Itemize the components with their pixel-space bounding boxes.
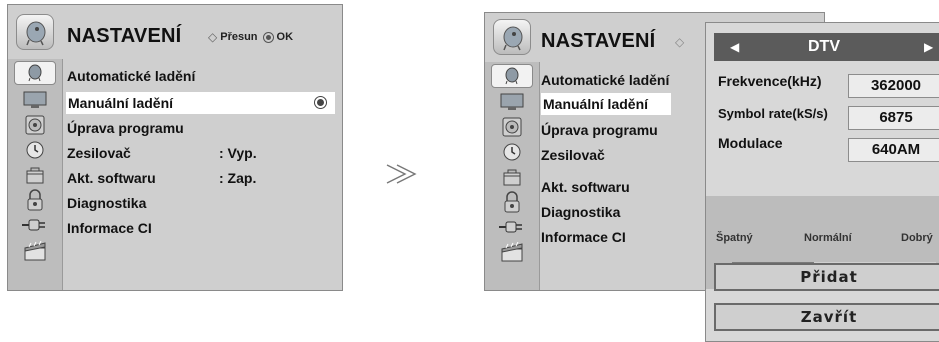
clock-icon[interactable]	[14, 138, 56, 162]
frequency-label: Frekvence(kHz)	[718, 73, 822, 89]
next-arrow-icon[interactable]: ▶	[924, 40, 933, 54]
menu-item-software-update[interactable]: Akt. softwaru	[541, 176, 630, 198]
tv-screen-icon[interactable]	[491, 90, 533, 114]
satellite-dish-icon[interactable]	[14, 61, 56, 85]
menu-item-label: Informace CI	[541, 229, 626, 245]
menu-item-label: Diagnostika	[67, 195, 147, 211]
signal-normal-label: Normální	[804, 232, 852, 244]
menu-item-label: Zesilovač	[67, 145, 131, 161]
menu-item-label: Akt. softwaru	[541, 179, 630, 195]
satellite-dish-icon	[16, 14, 54, 50]
navigation-hint: ◇ Přesun OK	[208, 30, 293, 44]
menu-item-label: Manuální ladění	[68, 95, 174, 111]
plug-icon[interactable]	[14, 213, 56, 237]
clock-icon[interactable]	[491, 140, 533, 164]
menu-item-software-update[interactable]: Akt. softwaru : Zap.	[67, 167, 256, 189]
category-icon-column	[485, 62, 540, 290]
selected-radio-icon	[314, 96, 327, 109]
menu-item-value: : Vyp.	[219, 145, 257, 161]
clapperboard-icon[interactable]	[14, 239, 56, 263]
lock-padlock-icon[interactable]	[14, 188, 56, 212]
lock-icon[interactable]	[14, 163, 56, 187]
menu-item-label: Úprava programu	[67, 120, 184, 136]
menu-item-label: Zesilovač	[541, 147, 605, 163]
hint-ok-label: OK	[276, 31, 294, 43]
signal-good-label: Dobrý	[901, 232, 933, 244]
symbol-rate-field[interactable]: 6875	[848, 106, 939, 130]
settings-menu-left: NASTAVENÍ ◇ Přesun OK Automatické ladění…	[7, 4, 343, 291]
speaker-icon[interactable]	[14, 113, 56, 137]
menu-item-label: Informace CI	[67, 220, 152, 236]
menu-item-ci-info[interactable]: Informace CI	[67, 217, 152, 239]
mode-label: DTV	[808, 38, 840, 55]
menu-item-auto-tuning[interactable]: Automatické ladění	[67, 65, 195, 87]
frequency-field[interactable]: 362000	[848, 74, 939, 98]
menu-item-diagnostics[interactable]: Diagnostika	[541, 201, 620, 223]
lock-padlock-icon[interactable]	[491, 190, 533, 214]
signal-bad-label: Špatný	[716, 232, 753, 244]
menu-item-label: Úprava programu	[541, 122, 658, 138]
menu-item-label: Automatické ladění	[67, 68, 196, 84]
menu-item-booster[interactable]: Zesilovač	[541, 144, 605, 166]
move-arrows-icon: ◇	[208, 30, 218, 44]
add-button[interactable]: Přidat	[714, 263, 939, 291]
menu-item-label: Akt. softwaru	[67, 170, 156, 186]
menu-item-program-edit[interactable]: Úprava programu	[541, 119, 658, 141]
ok-button-icon	[262, 31, 274, 43]
menu-title: NASTAVENÍ	[541, 30, 656, 52]
menu-item-diagnostics[interactable]: Diagnostika	[67, 192, 146, 214]
mode-selector[interactable]: ◀ DTV ▶	[714, 33, 939, 61]
menu-item-label: Diagnostika	[541, 204, 621, 220]
modulation-field[interactable]: 640AM	[848, 138, 939, 162]
menu-item-manual-tuning[interactable]: Manuální ladění	[541, 93, 671, 115]
clapperboard-icon[interactable]	[491, 240, 533, 264]
menu-title: NASTAVENÍ	[67, 25, 182, 47]
category-icon-column	[8, 59, 63, 290]
menu-item-manual-tuning[interactable]: Manuální ladění	[66, 92, 335, 114]
move-arrows-icon: ◇	[675, 35, 685, 49]
plug-icon[interactable]	[491, 215, 533, 239]
menu-item-program-edit[interactable]: Úprava programu	[67, 117, 184, 139]
lock-icon[interactable]	[491, 165, 533, 189]
step-arrow-icon	[386, 164, 417, 184]
manual-tuning-dialog: ◀ DTV ▶ Frekvence(kHz) 362000 Symbol rat…	[705, 22, 939, 342]
menu-item-value: : Zap.	[219, 170, 257, 186]
modulation-label: Modulace	[718, 135, 783, 151]
symbol-rate-label: Symbol rate(kS/s)	[718, 106, 828, 121]
menu-item-label: Automatické ladění	[541, 72, 670, 88]
satellite-dish-icon	[493, 19, 531, 55]
menu-item-auto-tuning[interactable]: Automatické ladění	[541, 69, 669, 91]
hint-move-label: Přesun	[220, 31, 258, 43]
speaker-icon[interactable]	[491, 115, 533, 139]
tv-screen-icon[interactable]	[14, 88, 56, 112]
satellite-dish-icon[interactable]	[491, 64, 533, 88]
menu-item-booster[interactable]: Zesilovač : Vyp.	[67, 142, 257, 164]
menu-item-label: Manuální ladění	[543, 96, 649, 112]
close-button[interactable]: Zavřít	[714, 303, 939, 331]
menu-item-ci-info[interactable]: Informace CI	[541, 226, 626, 248]
